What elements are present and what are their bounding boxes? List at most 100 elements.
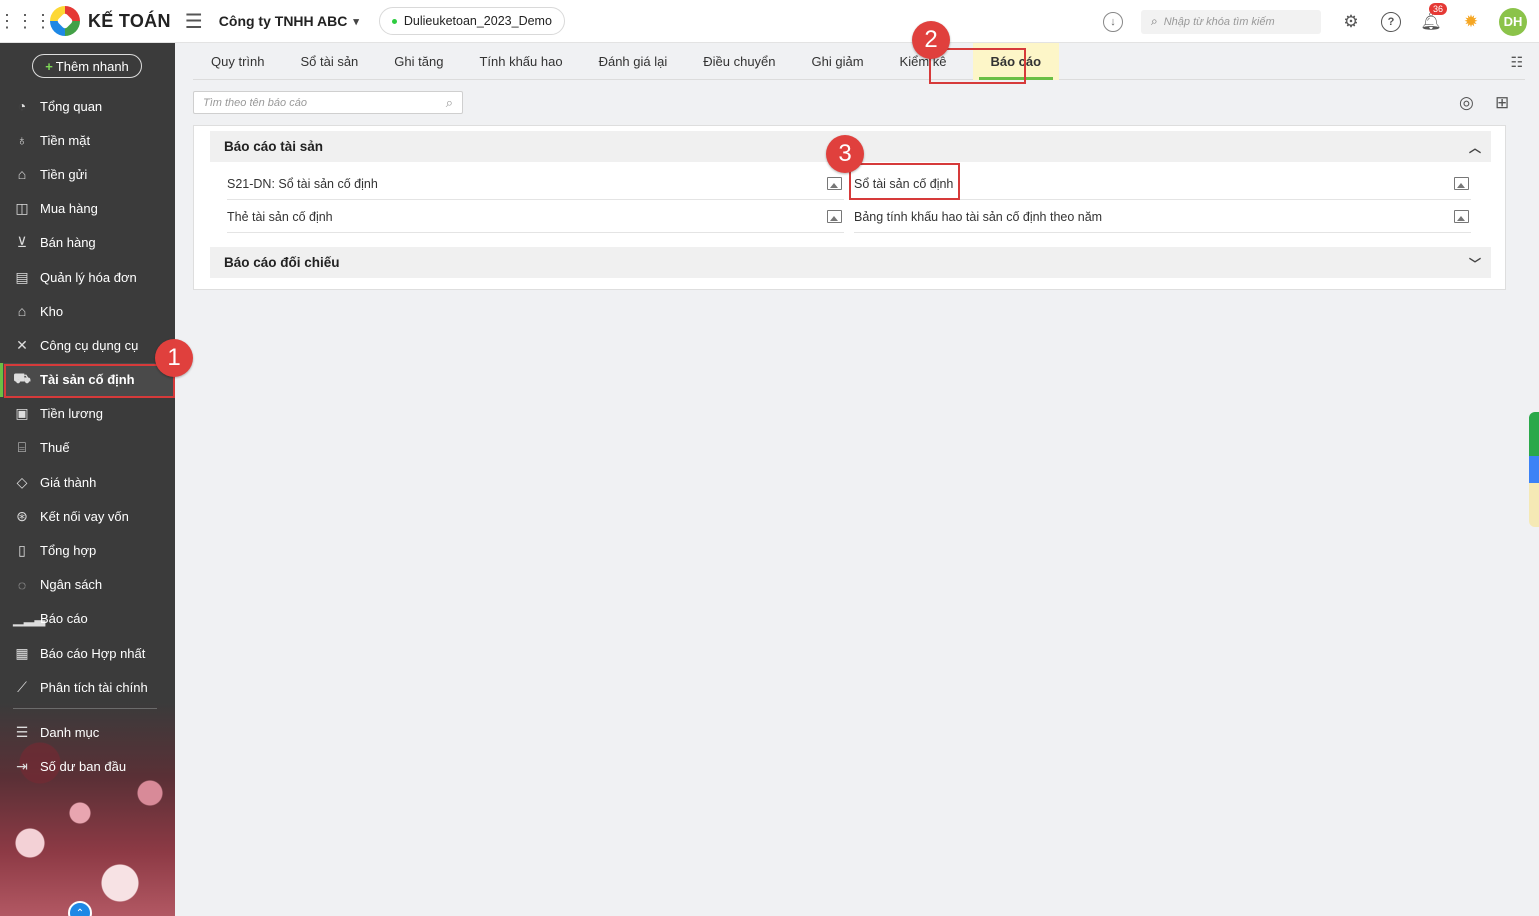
dashboard-icon: ◔ bbox=[17, 98, 27, 115]
report-search-input[interactable]: Tìm theo tên báo cáo ⌕ bbox=[193, 91, 463, 114]
quick-add-button[interactable]: + Thêm nhanh bbox=[32, 54, 142, 78]
step-marker-1: 1 bbox=[155, 339, 193, 377]
sidebar-item-kho[interactable]: ⌂ Kho bbox=[0, 294, 175, 328]
sidebar-item-tien-gui[interactable]: ⌂ Tiền gửi bbox=[0, 157, 175, 191]
image-preview-icon[interactable] bbox=[1454, 210, 1469, 223]
tab-so-tai-san[interactable]: Sổ tài sản bbox=[282, 43, 376, 80]
tax-building-icon: ⌸ bbox=[17, 439, 27, 456]
loan-link-icon: ⊛ bbox=[16, 507, 28, 524]
sidebar-item-bao-cao-hop-nhat[interactable]: ▦ Báo cáo Hợp nhất bbox=[0, 636, 175, 670]
sidebar-item-ban-hang[interactable]: ⊻ Bán hàng bbox=[0, 226, 175, 260]
sidebar-item-label: Tiền mặt bbox=[40, 132, 91, 148]
sidebar-divider bbox=[13, 708, 157, 710]
tab-ghi-giam[interactable]: Ghi giảm bbox=[794, 43, 882, 80]
sidebar-item-label: Danh mục bbox=[40, 724, 100, 740]
add-report-icon[interactable]: ⊞ bbox=[1495, 93, 1509, 113]
sidebar-item-label: Quản lý hóa đơn bbox=[40, 269, 137, 285]
plus-icon: + bbox=[45, 58, 53, 74]
tools-icon: ✕ bbox=[16, 336, 28, 353]
tab-quy-trinh[interactable]: Quy trình bbox=[193, 43, 282, 80]
report-name: Bảng tính khấu hao tài sản cố định theo … bbox=[854, 209, 1103, 224]
database-name: Dulieuketoan_2023_Demo bbox=[403, 14, 552, 28]
image-preview-icon[interactable] bbox=[827, 210, 842, 223]
settings-gear-icon[interactable]: ⚙ bbox=[1341, 12, 1361, 32]
sidebar-item-label: Phân tích tài chính bbox=[40, 679, 148, 695]
sidebar-item-gia-thanh[interactable]: ◇ Giá thành bbox=[0, 465, 175, 499]
sidebar-item-danh-muc[interactable]: ☰ Danh mục bbox=[0, 715, 175, 749]
money-bag-icon: ♁ bbox=[16, 132, 28, 149]
search-icon: ⌕ bbox=[445, 95, 453, 110]
lightbulb-icon[interactable]: ✹ bbox=[1461, 12, 1481, 32]
sidebar-item-label: Bán hàng bbox=[40, 235, 96, 251]
report-item-bang-tinh-khau-hao[interactable]: Bảng tính khấu hao tài sản cố định theo … bbox=[854, 201, 1471, 233]
opening-balance-icon: ⇥ bbox=[16, 758, 28, 775]
tab-bar: Quy trình Sổ tài sản Ghi tăng Tính khấu … bbox=[193, 42, 1525, 80]
menu-icon[interactable]: ☰ bbox=[185, 9, 207, 34]
sidebar-item-label: Giá thành bbox=[40, 474, 97, 490]
tab-settings-icon[interactable]: ☷ bbox=[1510, 54, 1523, 71]
app-name: KẾ TOÁN bbox=[88, 10, 171, 31]
search-icon: ⌕ bbox=[1151, 14, 1158, 28]
sidebar-item-quan-ly-hoa-don[interactable]: ▤ Quản lý hóa đơn bbox=[0, 260, 175, 294]
sidebar-item-tong-quan[interactable]: ◔ Tổng quan bbox=[0, 89, 175, 123]
tab-ghi-tang[interactable]: Ghi tăng bbox=[376, 43, 461, 80]
bar-chart-icon: ▁▂▃ bbox=[13, 610, 46, 627]
logo-icon bbox=[50, 6, 80, 36]
tab-dieu-chuyen[interactable]: Điều chuyển bbox=[685, 43, 793, 80]
sidebar-item-so-du-ban-dau[interactable]: ⇥ Số dư ban đầu bbox=[0, 750, 175, 784]
user-avatar[interactable]: DH bbox=[1499, 7, 1527, 36]
shopping-bag-icon: ◫ bbox=[15, 200, 29, 217]
chevron-down-icon: ▾ bbox=[353, 15, 359, 28]
cart-icon: ⊻ bbox=[16, 234, 28, 251]
side-feedback-widget[interactable] bbox=[1529, 412, 1539, 527]
sidebar-item-mua-hang[interactable]: ◫ Mua hàng bbox=[0, 192, 175, 226]
sidebar-item-label: Mua hàng bbox=[40, 201, 98, 217]
sidebar-item-tien-luong[interactable]: ▣ Tiền lương bbox=[0, 397, 175, 431]
warehouse-icon: ⌂ bbox=[17, 303, 27, 320]
global-search-input[interactable]: ⌕ Nhập từ khóa tìm kiếm bbox=[1141, 9, 1321, 34]
sidebar-item-label: Công cụ dụng cụ bbox=[40, 337, 139, 353]
sidebar-item-label: Kết nối vay vốn bbox=[40, 508, 129, 524]
database-selector[interactable]: Dulieuketoan_2023_Demo bbox=[378, 7, 565, 35]
sidebar-item-tong-hop[interactable]: ▯ Tổng hợp bbox=[0, 533, 175, 567]
sidebar-item-cong-cu-dung-cu[interactable]: ✕ Công cụ dụng cụ bbox=[0, 328, 175, 362]
step-marker-3: 3 bbox=[826, 135, 864, 173]
search-placeholder: Nhập từ khóa tìm kiếm bbox=[1163, 15, 1275, 28]
image-preview-icon[interactable] bbox=[1454, 177, 1469, 190]
image-preview-icon[interactable] bbox=[827, 177, 842, 190]
report-name: S21-DN: Sổ tài sản cố định bbox=[227, 176, 378, 191]
tab-danh-gia-lai[interactable]: Đánh giá lại bbox=[581, 43, 686, 80]
group-title: Báo cáo đối chiếu bbox=[224, 255, 340, 270]
sidebar-item-label: Tổng quan bbox=[40, 98, 103, 114]
group-header-bao-cao-doi-chieu[interactable]: Báo cáo đối chiếu ﹀ bbox=[210, 247, 1491, 278]
tab-tinh-khau-hao[interactable]: Tính khấu hao bbox=[461, 43, 580, 80]
chevron-down-icon[interactable]: ﹀ bbox=[1469, 255, 1481, 272]
sidebar-item-label: Kho bbox=[40, 303, 64, 319]
download-icon[interactable]: ↓ bbox=[1103, 11, 1123, 32]
app-logo[interactable]: KẾ TOÁN bbox=[50, 6, 171, 36]
sidebar-item-ket-noi-vay-von[interactable]: ⊛ Kết nối vay vốn bbox=[0, 499, 175, 533]
report-search-placeholder: Tìm theo tên báo cáo bbox=[203, 96, 307, 109]
sidebar-item-thue[interactable]: ⌸ Thuế bbox=[0, 431, 175, 465]
sidebar-item-label: Tiền lương bbox=[40, 406, 103, 422]
sidebar-item-bao-cao[interactable]: ▁▂▃ Báo cáo bbox=[0, 602, 175, 636]
hide-eye-icon[interactable]: ◎ bbox=[1459, 93, 1474, 113]
line-chart-icon: ⟋ bbox=[17, 678, 27, 695]
sidebar-item-tien-mat[interactable]: ♁ Tiền mặt bbox=[0, 123, 175, 157]
sidebar-item-label: Tổng hợp bbox=[40, 543, 97, 559]
quick-add-label: Thêm nhanh bbox=[55, 58, 129, 74]
status-dot-icon bbox=[391, 18, 397, 24]
sidebar-item-ngan-sach[interactable]: ◌ Ngân sách bbox=[0, 568, 175, 602]
sidebar-item-phan-tich-tai-chinh[interactable]: ⟋ Phân tích tài chính bbox=[0, 670, 175, 704]
sidebar-item-label: Thuế bbox=[40, 440, 70, 456]
step-marker-2: 2 bbox=[912, 21, 950, 59]
top-right-tools: ↓ ⌕ Nhập từ khóa tìm kiếm ⚙ ? 🔔︎ 36 ✹ DH bbox=[1103, 0, 1539, 43]
report-item-the-tai-san[interactable]: Thẻ tài sản cố định bbox=[227, 201, 844, 233]
chevron-up-icon[interactable]: ︿ bbox=[1469, 139, 1481, 156]
report-item-s21-dn[interactable]: S21-DN: Sổ tài sản cố định bbox=[227, 168, 844, 200]
help-icon[interactable]: ? bbox=[1381, 11, 1401, 32]
report-name: Thẻ tài sản cố định bbox=[227, 209, 333, 224]
notification-bell-icon[interactable]: 🔔︎ 36 bbox=[1420, 2, 1448, 32]
company-selector[interactable]: Công ty TNHH ABC ▾ bbox=[219, 13, 359, 29]
app-grid-icon[interactable]: ⋮⋮⋮ bbox=[0, 0, 52, 43]
